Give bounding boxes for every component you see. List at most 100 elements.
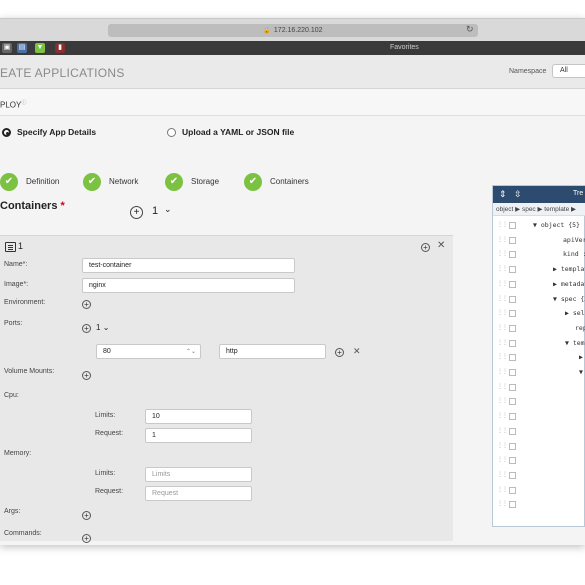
tree-row[interactable]: ⋮⋮ xyxy=(493,483,585,498)
address-bar[interactable]: 🔒 172.16.220.102 xyxy=(108,24,478,37)
row-checkbox[interactable] xyxy=(509,339,516,347)
caret-down-icon[interactable]: ▼ xyxy=(553,295,561,303)
tree-row[interactable]: ⋮⋮ ▶ template xyxy=(493,262,585,277)
row-checkbox[interactable] xyxy=(509,471,516,479)
add-environment-icon[interactable]: + xyxy=(82,300,91,309)
drag-handle-icon[interactable]: ⋮⋮ xyxy=(497,442,508,449)
row-checkbox[interactable] xyxy=(509,427,516,435)
row-checkbox[interactable] xyxy=(509,236,516,244)
add-volume-mount-icon[interactable]: + xyxy=(82,371,91,380)
add-port-icon[interactable]: + xyxy=(82,324,91,333)
caret-right-icon[interactable]: ▶ xyxy=(565,309,573,317)
chevron-down-icon[interactable]: ⌄ xyxy=(164,204,172,215)
collapse-all-icon[interactable]: ⇳ xyxy=(514,189,522,200)
tree-row[interactable]: ⋮⋮ xyxy=(493,394,585,409)
tree-row[interactable]: ⋮⋮ xyxy=(493,497,585,512)
port-name-field[interactable]: http xyxy=(219,344,326,359)
close-icon[interactable]: ✕ xyxy=(437,240,445,251)
add-commands-icon[interactable]: + xyxy=(82,534,91,543)
tree-row[interactable]: ⋮⋮ xyxy=(493,439,585,454)
drag-handle-icon[interactable]: ⋮⋮ xyxy=(497,221,508,228)
drag-handle-icon[interactable]: ⋮⋮ xyxy=(497,265,508,272)
caret-down-icon[interactable]: ▼ xyxy=(565,339,573,347)
bookmark-icon[interactable]: ▮ xyxy=(55,43,65,53)
row-checkbox[interactable] xyxy=(509,310,516,318)
memory-request-field[interactable]: Request xyxy=(145,486,252,501)
tree-row[interactable]: ⋮⋮▼ xyxy=(493,380,585,395)
radio-upload-yaml-json[interactable]: Upload a YAML or JSON file xyxy=(167,127,294,138)
tree-row[interactable]: ⋮⋮ ▶ select xyxy=(493,306,585,321)
name-field[interactable]: test-container xyxy=(82,258,295,273)
drag-handle-icon[interactable]: ⋮⋮ xyxy=(497,324,508,331)
tree-row[interactable]: ⋮⋮ replic xyxy=(493,321,585,336)
tree-row[interactable]: ⋮⋮ xyxy=(493,424,585,439)
row-checkbox[interactable] xyxy=(509,324,516,332)
tab-icon[interactable]: ▣ xyxy=(2,43,12,53)
add-container-icon[interactable]: + xyxy=(130,206,143,219)
row-checkbox[interactable] xyxy=(509,354,516,362)
caret-down-icon[interactable]: ▼ xyxy=(533,221,541,229)
row-checkbox[interactable] xyxy=(509,369,516,376)
tree-row[interactable]: ⋮⋮ xyxy=(493,453,585,468)
memory-limits-field[interactable]: Limits xyxy=(145,467,252,482)
app-icon[interactable]: ▤ xyxy=(17,43,27,53)
row-checkbox[interactable] xyxy=(509,251,516,259)
step-containers[interactable]: ✔ Containers xyxy=(244,173,309,191)
remove-port-icon[interactable]: ✕ xyxy=(353,346,361,357)
spinner-icon[interactable]: ⌃⌄ xyxy=(186,346,196,359)
tree-row[interactable]: ⋮⋮ ▶ met xyxy=(493,350,585,365)
reload-icon[interactable]: ↻ xyxy=(466,24,474,35)
caret-down-icon[interactable]: ▼ xyxy=(579,368,585,376)
row-checkbox[interactable] xyxy=(509,398,516,406)
ports-count[interactable]: 1 ⌄ xyxy=(96,323,109,332)
add-port-row-icon[interactable]: + xyxy=(335,348,344,357)
tree-row[interactable]: ⋮⋮ xyxy=(493,468,585,483)
step-definition[interactable]: ✔ Definition xyxy=(0,173,59,191)
row-checkbox[interactable] xyxy=(509,486,516,494)
tree-breadcrumb[interactable]: object ▶ spec ▶ template ▶ xyxy=(493,203,585,216)
row-checkbox[interactable] xyxy=(509,383,516,391)
row-checkbox[interactable] xyxy=(509,501,516,509)
drag-handle-icon[interactable]: ⋮⋮ xyxy=(497,427,508,434)
drag-handle-icon[interactable]: ⋮⋮ xyxy=(497,250,508,257)
tree-row[interactable]: ⋮⋮ ▼ spe xyxy=(493,365,585,380)
shield-icon[interactable]: ▼ xyxy=(35,43,45,53)
tree-row[interactable]: ⋮⋮ ▼ object {5} xyxy=(493,218,585,233)
row-checkbox[interactable] xyxy=(509,457,516,465)
expand-all-icon[interactable]: ⇕ xyxy=(499,189,507,200)
drag-handle-icon[interactable]: ⋮⋮ xyxy=(497,295,508,302)
drag-handle-icon[interactable]: ⋮⋮ xyxy=(497,500,508,507)
drag-handle-icon[interactable]: ⋮⋮ xyxy=(497,397,508,404)
tree-row[interactable]: ⋮⋮ ▼ spec {3} xyxy=(493,292,585,307)
image-field[interactable]: nginx xyxy=(82,278,295,293)
drag-handle-icon[interactable]: ⋮⋮ xyxy=(497,471,508,478)
tree-row[interactable]: ⋮⋮ kind : Dep xyxy=(493,247,585,262)
port-number-field[interactable]: 80 ⌃⌄ xyxy=(96,344,201,359)
add-icon[interactable]: + xyxy=(421,243,430,252)
tree-row[interactable]: ⋮⋮ ▶ metadata xyxy=(493,277,585,292)
add-args-icon[interactable]: + xyxy=(82,511,91,520)
tree-row[interactable]: ⋮⋮ apiVersio xyxy=(493,233,585,248)
drag-handle-icon[interactable]: ⋮⋮ xyxy=(497,486,508,493)
step-network[interactable]: ✔ Network xyxy=(83,173,138,191)
cpu-limits-field[interactable]: 10 xyxy=(145,409,252,424)
radio-specify-app-details[interactable]: Specify App Details xyxy=(2,127,96,138)
drag-handle-icon[interactable]: ⋮⋮ xyxy=(497,236,508,243)
row-checkbox[interactable] xyxy=(509,295,516,303)
caret-right-icon[interactable]: ▶ xyxy=(553,265,561,273)
caret-right-icon[interactable]: ▶ xyxy=(579,353,585,361)
drag-handle-icon[interactable]: ⋮⋮ xyxy=(497,368,508,375)
drag-handle-icon[interactable]: ⋮⋮ xyxy=(497,456,508,463)
drag-handle-icon[interactable]: ⋮⋮ xyxy=(497,339,508,346)
drag-handle-icon[interactable]: ⋮⋮ xyxy=(497,353,508,360)
drag-handle-icon[interactable]: ⋮⋮ xyxy=(497,309,508,316)
tree-row[interactable]: ⋮⋮ ▼ templa xyxy=(493,336,585,351)
row-checkbox[interactable] xyxy=(509,222,516,229)
row-checkbox[interactable] xyxy=(509,442,516,450)
drag-handle-icon[interactable]: ⋮⋮ xyxy=(497,280,508,287)
cpu-request-field[interactable]: 1 xyxy=(145,428,252,443)
drag-handle-icon[interactable]: ⋮⋮ xyxy=(497,412,508,419)
container-count[interactable]: 1 xyxy=(152,205,158,217)
row-checkbox[interactable] xyxy=(509,266,516,274)
row-checkbox[interactable] xyxy=(509,280,516,288)
